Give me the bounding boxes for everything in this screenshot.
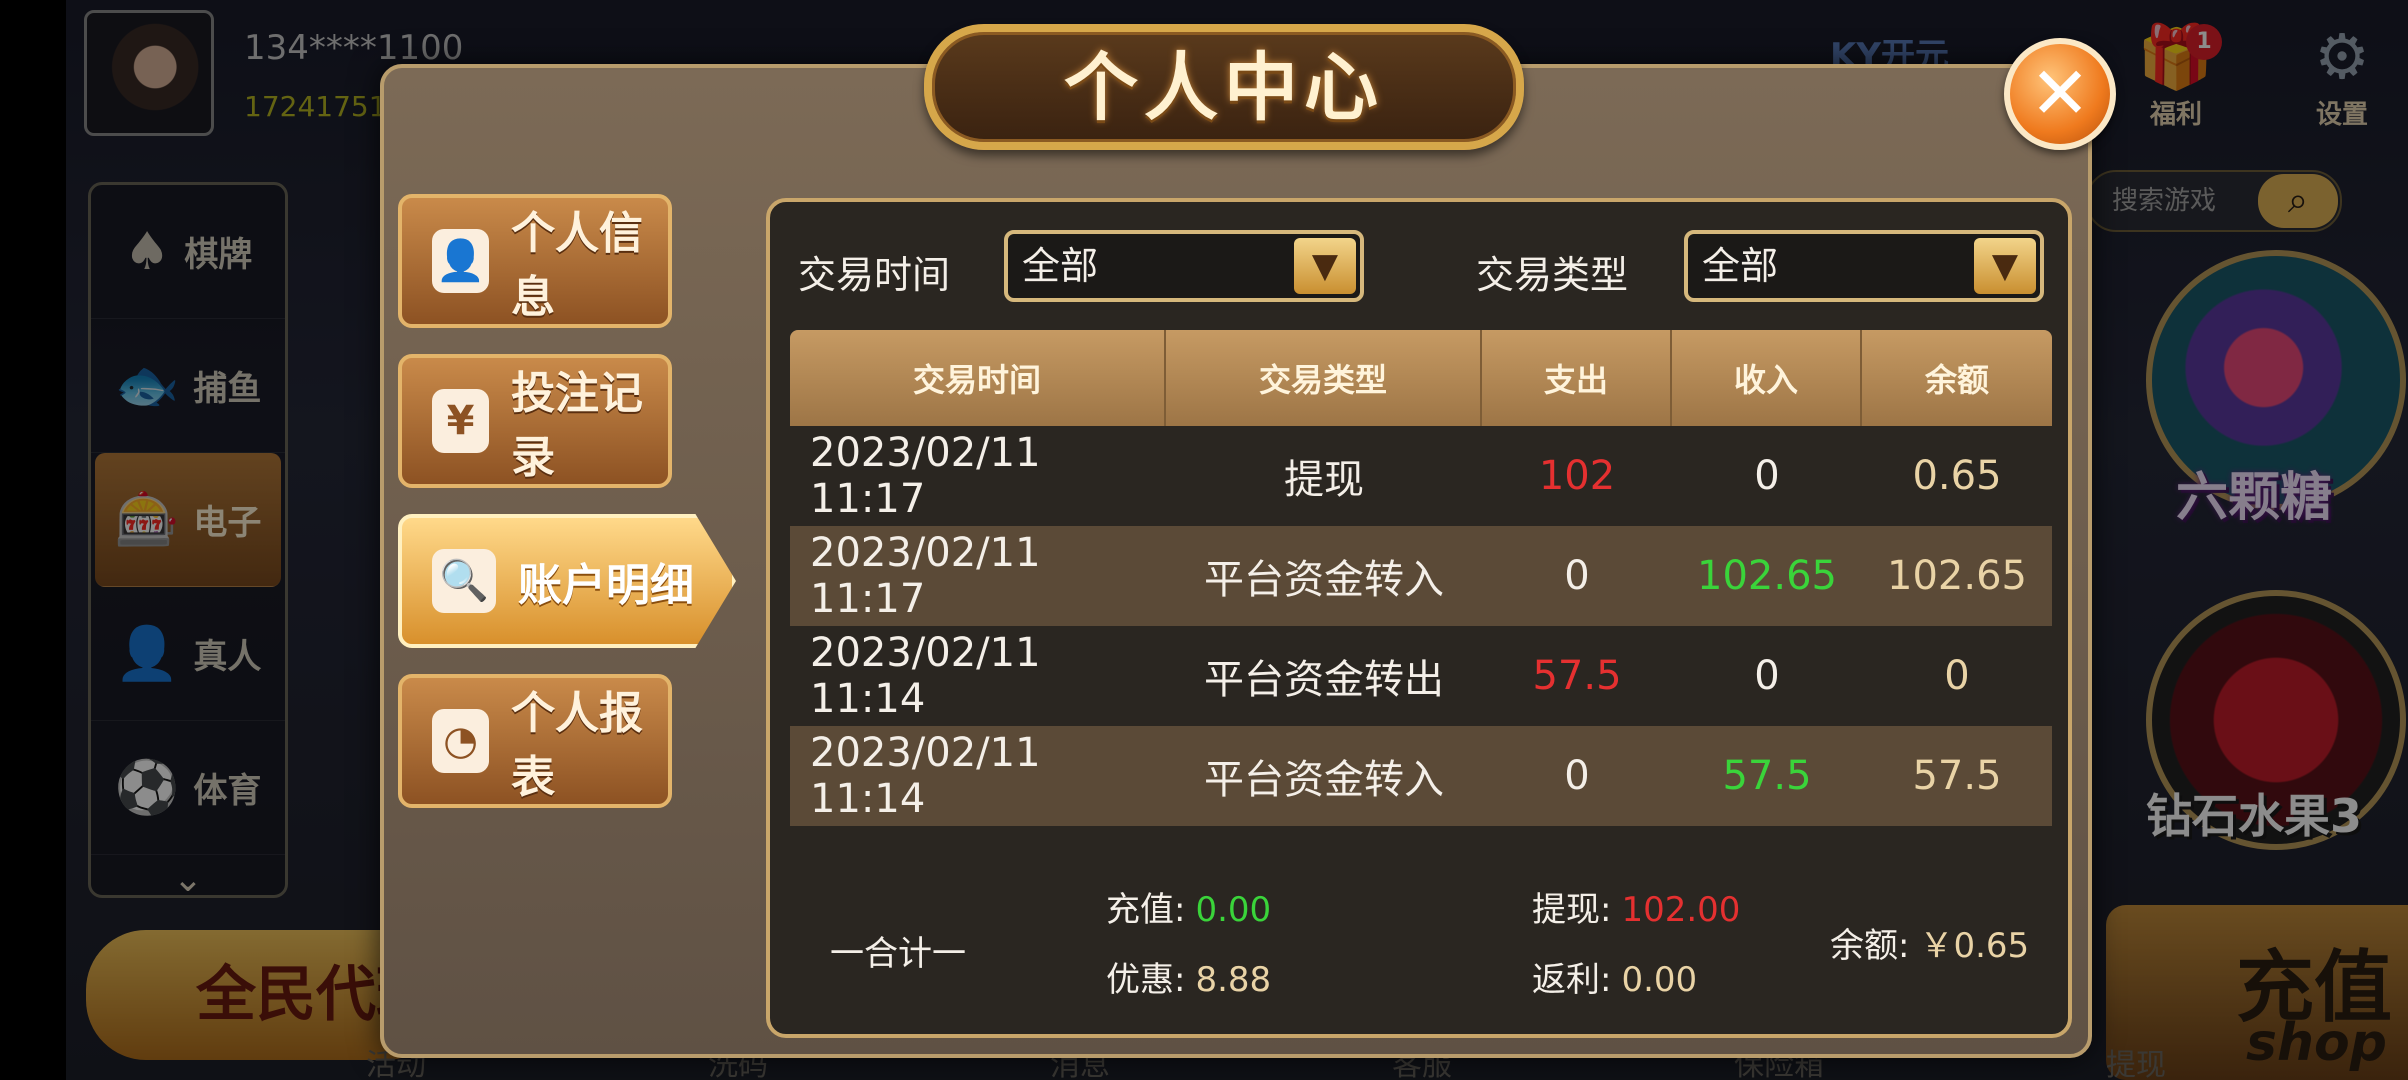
cell-income: 0 (1754, 653, 1780, 699)
cell-expense: 57.5 (1532, 653, 1622, 699)
menu-bet-records[interactable]: ¥ 投注记录 (398, 354, 672, 488)
menu-label: 账户明细 (518, 560, 694, 611)
summary-section: 一合计一 充值: 0.00 优惠: 8.88 提现: 102.00 返利: 0.00 余… (770, 862, 2076, 1032)
cell-time: 2023/02/11 11:14 (810, 730, 1041, 822)
personal-center-modal: 个人中心 ✕ 👤 个人信息 ¥ 投注记录 🔍 账户明细 ◔ 个人报表 交易时间 … (380, 24, 2116, 1058)
pie-chart-icon: ◔ (432, 709, 490, 773)
column-header: 交易类型 (1166, 330, 1482, 426)
cell-time: 2023/02/11 11:17 (810, 430, 1041, 522)
column-header: 支出 (1482, 330, 1672, 426)
cell-expense: 102 (1538, 453, 1616, 499)
money-icon: ¥ (432, 389, 490, 453)
cell-balance: 0 (1944, 653, 1970, 699)
column-header: 交易时间 (790, 330, 1166, 426)
cell-type: 平台资金转入 (1204, 557, 1444, 603)
summary-balance: 余额: ￥0.65 (1830, 918, 2029, 967)
menu-label: 投注记录 (511, 368, 644, 483)
type-filter-value: 全部 (1702, 244, 1779, 288)
table-header: 交易时间 交易类型 支出 收入 余额 (790, 330, 2052, 426)
transactions-table: 交易时间 交易类型 支出 收入 余额 2023/02/11 11:17 提现 1… (790, 330, 2052, 826)
close-button[interactable]: ✕ (2004, 38, 2116, 150)
summary-value: 0.00 (1195, 890, 1272, 930)
close-icon: ✕ (2029, 51, 2091, 135)
cell-expense: 0 (1564, 753, 1590, 799)
summary-value: 8.88 (1195, 960, 1272, 1000)
type-filter-label: 交易类型 (1476, 253, 1629, 297)
summary-value: ￥0.65 (1919, 926, 2030, 966)
table-row: 2023/02/11 11:14 平台资金转入 0 57.5 57.5 (790, 726, 2052, 826)
summary-title: 一合计一 (830, 934, 966, 974)
cell-income: 57.5 (1722, 753, 1812, 799)
summary-label: 充值: (1106, 890, 1186, 930)
chevron-down-icon[interactable]: ▼ (1294, 238, 1356, 294)
menu-personal-info[interactable]: 👤 个人信息 (398, 194, 672, 328)
summary-rebate: 返利: 0.00 (1532, 952, 1697, 1001)
cell-time: 2023/02/11 11:14 (810, 630, 1041, 722)
summary-recharge: 充值: 0.00 (1106, 882, 1271, 931)
summary-withdraw: 提现: 102.00 (1532, 882, 1740, 931)
cell-time: 2023/02/11 11:17 (810, 530, 1041, 622)
time-filter-value: 全部 (1022, 244, 1099, 288)
cell-balance: 0.65 (1912, 453, 2002, 499)
cell-balance: 102.65 (1887, 553, 2027, 599)
modal-title: 个人中心 (1064, 45, 1384, 131)
column-header: 余额 (1924, 361, 1989, 399)
cell-type: 提现 (1284, 457, 1364, 503)
cell-type: 平台资金转入 (1204, 757, 1444, 803)
column-header: 收入 (1672, 330, 1862, 426)
type-filter-select[interactable]: 全部 ▼ (1684, 230, 2044, 302)
summary-label: 提现: (1532, 890, 1612, 930)
time-filter-label: 交易时间 (798, 253, 951, 297)
account-details-panel: 交易时间 全部 ▼ 交易类型 全部 ▼ 交易时间 交易类型 支出 收入 余额 2… (766, 198, 2072, 1038)
cell-income: 0 (1754, 453, 1780, 499)
cell-balance: 57.5 (1912, 753, 2002, 799)
summary-value: 102.00 (1621, 890, 1741, 930)
summary-bonus: 优惠: 8.88 (1106, 952, 1271, 1001)
menu-label: 个人信息 (511, 208, 644, 323)
summary-value: 0.00 (1621, 960, 1698, 1000)
table-row: 2023/02/11 11:17 平台资金转入 0 102.65 102.65 (790, 526, 2052, 626)
menu-label: 个人报表 (511, 688, 644, 803)
user-icon: 👤 (432, 229, 490, 293)
cell-expense: 0 (1564, 553, 1590, 599)
summary-label: 返利: (1532, 960, 1612, 1000)
time-filter-select[interactable]: 全部 ▼ (1004, 230, 1364, 302)
document-search-icon: 🔍 (432, 549, 496, 613)
menu-personal-report[interactable]: ◔ 个人报表 (398, 674, 672, 808)
menu-account-details[interactable]: 🔍 账户明细 (398, 514, 736, 648)
cell-type: 平台资金转出 (1204, 657, 1444, 703)
modal-title-plate: 个人中心 (924, 24, 1524, 150)
summary-label: 余额: (1830, 926, 1910, 966)
table-row: 2023/02/11 11:17 提现 102 0 0.65 (790, 426, 2052, 526)
table-row: 2023/02/11 11:14 平台资金转出 57.5 0 0 (790, 626, 2052, 726)
cell-income: 102.65 (1697, 553, 1837, 599)
chevron-down-icon[interactable]: ▼ (1974, 238, 2036, 294)
summary-label: 优惠: (1106, 960, 1186, 1000)
